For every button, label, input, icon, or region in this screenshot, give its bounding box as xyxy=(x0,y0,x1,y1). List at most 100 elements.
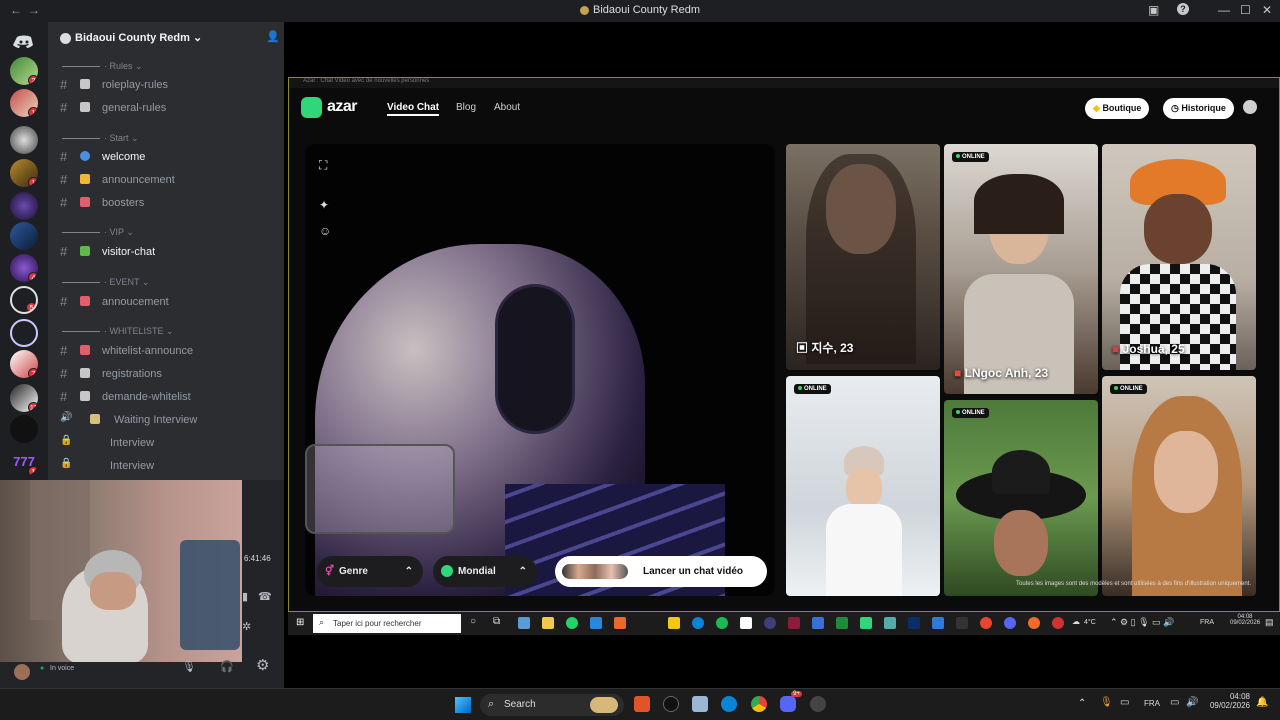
app-icon[interactable] xyxy=(663,696,679,712)
app-icon[interactable] xyxy=(1052,617,1064,629)
gear-icon[interactable]: ⚙ xyxy=(256,656,269,674)
guild-icon[interactable]: 4 xyxy=(10,254,38,282)
guild-icon[interactable]: 2 xyxy=(10,57,38,85)
guild-icon[interactable] xyxy=(10,126,38,154)
whatsapp-icon[interactable] xyxy=(566,617,578,629)
app-icon[interactable] xyxy=(518,617,530,629)
channel-announcement[interactable]: # announcement xyxy=(60,171,274,190)
sticker-icon[interactable]: ☺ xyxy=(319,224,331,238)
app-icon[interactable] xyxy=(788,617,800,629)
windows-start-icon[interactable] xyxy=(455,697,471,713)
profile-card[interactable]: ■ Joshua, 25 xyxy=(1102,144,1256,370)
spotify-icon[interactable] xyxy=(716,617,728,629)
headphones-icon[interactable]: 🎧 xyxy=(220,660,234,673)
guild-icon[interactable]: 7 xyxy=(10,350,38,378)
app-icon[interactable] xyxy=(590,617,602,629)
language-indicator[interactable]: FRA xyxy=(1144,699,1160,708)
channel-general-rules[interactable]: # general-rules xyxy=(60,99,274,118)
channel-roleplay-rules[interactable]: # roleplay-rules xyxy=(60,76,274,95)
guild-icon[interactable] xyxy=(10,415,38,443)
nav-video-chat[interactable]: Video Chat xyxy=(387,102,440,116)
maximize-icon[interactable]: ☐ xyxy=(1240,3,1251,17)
add-member-icon[interactable]: 👤 xyxy=(266,30,280,43)
channel-visitor-chat[interactable]: # visitor-chat xyxy=(60,243,274,262)
discord-icon[interactable]: 9+ xyxy=(780,691,802,712)
fullscreen-icon[interactable]: ⛶ xyxy=(319,158,327,173)
guild-icon[interactable] xyxy=(10,222,38,250)
app-icon[interactable] xyxy=(884,617,896,629)
photoshop-icon[interactable] xyxy=(908,617,920,629)
channel-boosters[interactable]: # boosters xyxy=(60,194,274,213)
app-icon[interactable] xyxy=(956,617,968,629)
genre-filter-button[interactable]: ⚥ Genre ⌃ xyxy=(317,556,423,587)
category-whiteliste[interactable]: · WHITELISTE ⌄ xyxy=(62,326,262,337)
guild-icon[interactable]: 1 xyxy=(10,159,38,187)
guild-icon[interactable]: 1 xyxy=(10,89,38,117)
boutique-button[interactable]: ◆ Boutique xyxy=(1085,98,1150,119)
category-vip[interactable]: · VIP ⌄ xyxy=(62,227,262,238)
task-view-icon[interactable]: ⧉ xyxy=(493,616,500,627)
profile-card[interactable]: ONLINE xyxy=(1102,376,1256,596)
search-box[interactable]: ⌕ Search xyxy=(480,694,624,716)
channel-annoucement[interactable]: # annoucement xyxy=(60,293,274,312)
microphone-icon[interactable]: 🎙 xyxy=(182,660,196,673)
app-icon[interactable] xyxy=(810,696,826,712)
app-icon[interactable] xyxy=(836,617,848,629)
screen-share-icon[interactable]: ▮ xyxy=(242,590,248,603)
channel-demande-whitelist[interactable]: # demande-whitelist xyxy=(60,388,274,407)
profile-icon[interactable] xyxy=(1243,100,1257,114)
display-icon[interactable]: ▭ xyxy=(1120,697,1129,708)
region-filter-button[interactable]: Mondial ⌃ xyxy=(433,556,537,587)
guild-icon[interactable]: 5 xyxy=(10,286,38,314)
category-start[interactable]: · Start ⌄ xyxy=(62,133,262,144)
app-icon[interactable] xyxy=(932,617,944,629)
profile-card[interactable]: ONLINE xyxy=(944,400,1098,596)
notification-icon[interactable]: ▤ xyxy=(1265,617,1274,628)
profile-card[interactable]: ONLINE ■ LNgoc Anh, 23 xyxy=(944,144,1098,394)
voice-channel-interview[interactable]: 🔒 Interview xyxy=(60,434,274,453)
profile-card[interactable]: ONLINE xyxy=(786,376,940,596)
app-icon[interactable] xyxy=(634,696,650,712)
network-icon[interactable]: ▭ xyxy=(1170,697,1179,708)
guild-icon[interactable] xyxy=(10,192,38,220)
channel-registrations[interactable]: # registrations xyxy=(60,365,274,384)
activity-icon[interactable]: ✲ xyxy=(242,620,251,633)
app-icon[interactable] xyxy=(1028,617,1040,629)
volume-icon[interactable]: 🔊 xyxy=(1186,697,1198,708)
azar-logo-text[interactable]: azar xyxy=(327,98,358,116)
app-icon[interactable] xyxy=(692,696,708,712)
app-icon[interactable] xyxy=(614,617,626,629)
app-icon[interactable] xyxy=(740,617,752,629)
microphone-icon[interactable]: 🎙 xyxy=(1100,697,1113,708)
search-box[interactable]: ⌕ Taper ici pour rechercher xyxy=(313,614,461,633)
channel-welcome[interactable]: # welcome xyxy=(60,148,274,167)
app-icon[interactable] xyxy=(668,617,680,629)
start-video-chat-button[interactable]: Lancer un chat vidéo xyxy=(555,556,767,587)
nav-blog[interactable]: Blog xyxy=(456,102,476,113)
discord-icon[interactable] xyxy=(1004,617,1016,629)
help-icon[interactable]: ? xyxy=(1177,3,1189,15)
historique-button[interactable]: ◷ Historique xyxy=(1163,98,1234,119)
system-tray-icons[interactable]: ⌃ ⚙ ▯ 🎙 ▭ 🔊 xyxy=(1110,617,1174,628)
channel-whitelist-announce[interactable]: # whitelist-announce xyxy=(60,342,274,361)
nav-about[interactable]: About xyxy=(494,102,520,113)
app-icon[interactable] xyxy=(980,617,992,629)
app-icon[interactable] xyxy=(860,617,872,629)
magic-wand-icon[interactable]: ✦ xyxy=(319,198,329,212)
inbox-icon[interactable]: ▣ xyxy=(1148,3,1159,17)
guild-icon[interactable]: 11 xyxy=(10,384,38,412)
clock[interactable]: 04:08 09/02/2026 xyxy=(1208,692,1250,710)
voice-channel-waiting-interview[interactable]: 🔊 Waiting Interview xyxy=(60,411,274,430)
category-rules[interactable]: · Rules ⌄ xyxy=(62,61,262,72)
guild-icon[interactable]: 777 1 xyxy=(10,448,38,476)
cortana-icon[interactable]: ○ xyxy=(470,616,476,627)
disconnect-icon[interactable]: ☎ xyxy=(258,590,272,603)
category-event[interactable]: · EVENT ⌄ xyxy=(62,277,262,288)
edge-icon[interactable] xyxy=(721,696,737,712)
windows-start-icon[interactable]: ⊞ xyxy=(296,617,304,628)
close-icon[interactable]: ✕ xyxy=(1262,3,1272,17)
discord-home-icon[interactable] xyxy=(10,28,38,56)
guild-icon[interactable] xyxy=(10,319,38,347)
clock[interactable]: 04:08 09/02/2026 xyxy=(1230,614,1260,626)
chevron-up-icon[interactable]: ⌃ xyxy=(1078,698,1086,709)
